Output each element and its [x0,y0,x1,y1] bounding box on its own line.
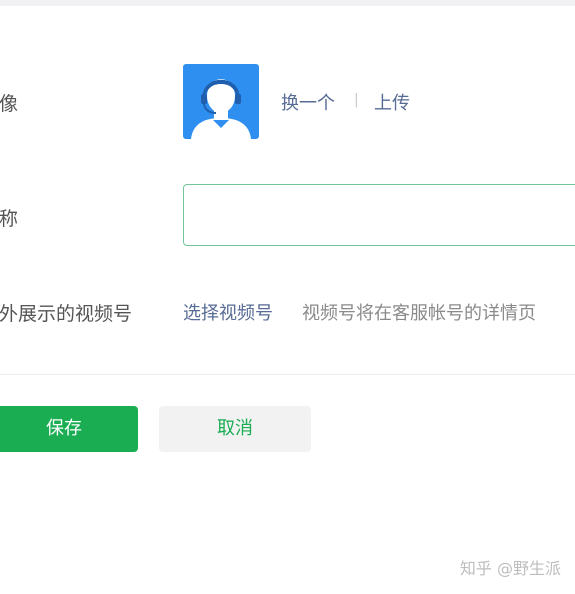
name-input[interactable] [183,184,575,246]
channel-hint: 视频号将在客服帐号的详情页 [302,303,536,324]
channel-label: 对外展示的视频号 [0,303,133,325]
divider [0,374,575,375]
select-channel-link[interactable]: 选择视频号 [183,299,273,325]
avatar-link-separator: | [354,92,359,108]
change-avatar-link[interactable]: 换一个 [281,89,335,115]
avatar-icon[interactable] [183,64,259,139]
name-label: 名称 [0,208,19,230]
top-bar [0,0,575,6]
cancel-button[interactable]: 取消 [159,406,311,452]
watermark: 知乎 @野生派 [459,559,561,578]
upload-avatar-link[interactable]: 上传 [374,89,410,115]
avatar-label: 头像 [0,93,19,115]
save-button[interactable]: 保存 [0,406,138,452]
